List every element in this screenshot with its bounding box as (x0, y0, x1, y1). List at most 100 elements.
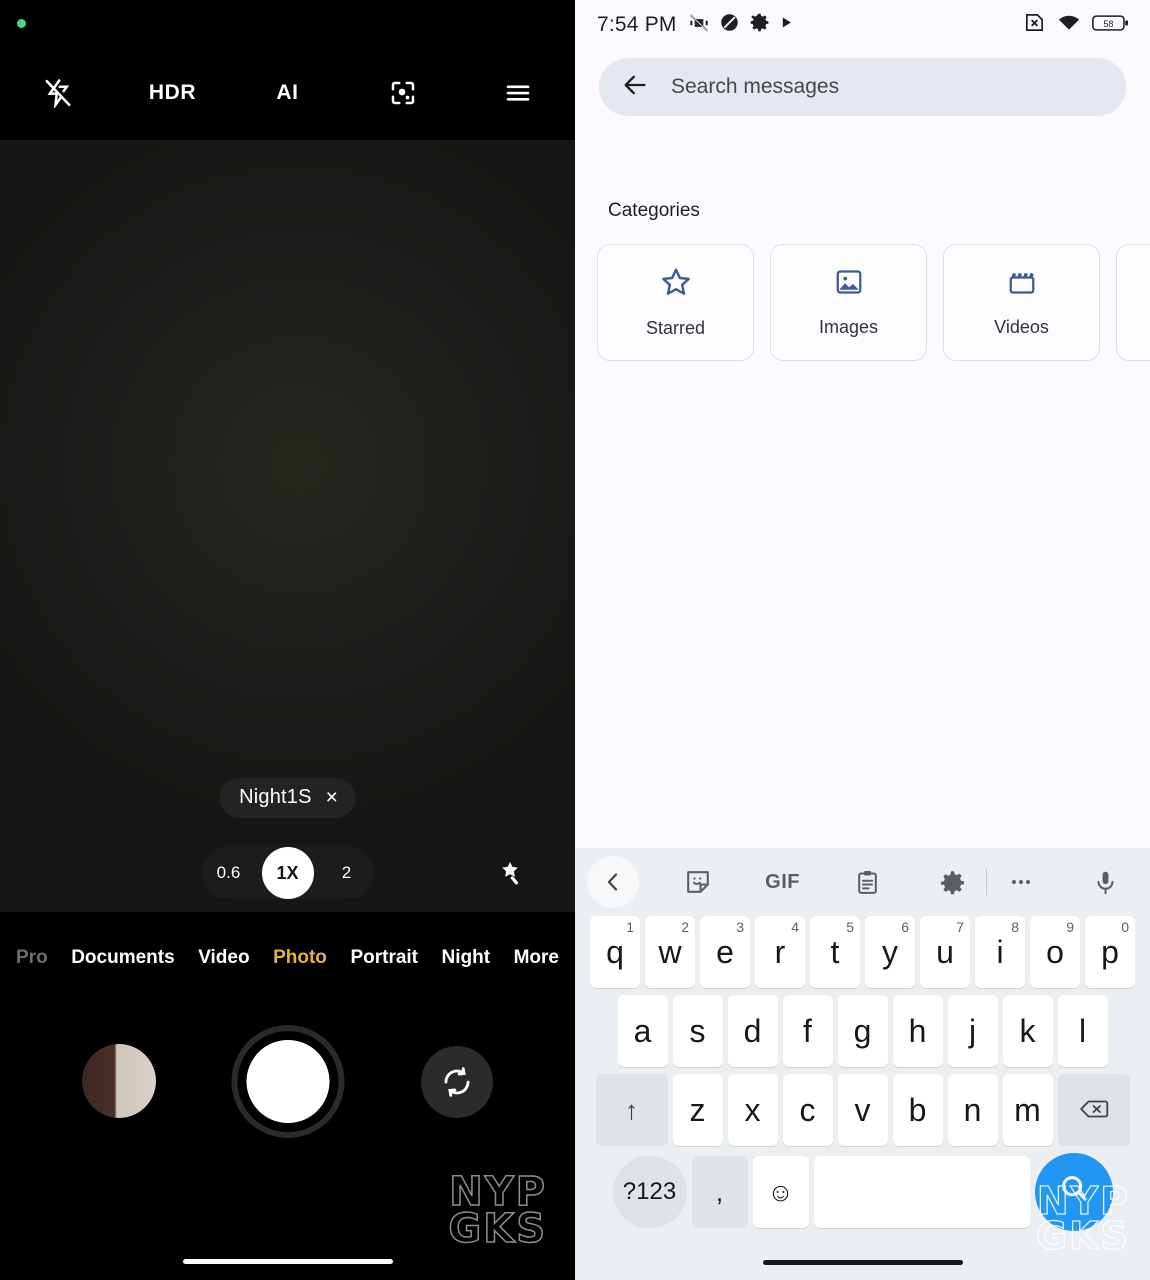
ellipsis-icon[interactable] (995, 856, 1047, 908)
search-bar[interactable]: Search messages (599, 58, 1126, 116)
back-arrow-icon[interactable] (621, 71, 649, 104)
shutter-button[interactable] (237, 1031, 338, 1132)
comma-key[interactable]: , (691, 1156, 748, 1228)
category-card-starred[interactable]: Starred (597, 244, 754, 361)
chevron-left-icon[interactable] (587, 856, 639, 908)
flip-camera-icon[interactable] (421, 1046, 493, 1118)
key-k[interactable]: k (1002, 995, 1053, 1067)
magic-wand-icon[interactable] (489, 852, 533, 896)
toolbar-divider (986, 869, 988, 895)
key-w[interactable]: 2 w (645, 916, 695, 988)
key-t[interactable]: 5 t (810, 916, 860, 988)
key-d[interactable]: d (727, 995, 778, 1067)
key-r[interactable]: 4 r (755, 916, 805, 988)
shift-key[interactable]: ↑ (595, 1074, 668, 1146)
gear-icon (749, 12, 770, 38)
video-clapper-icon (1007, 267, 1037, 302)
google-lens-icon[interactable] (345, 46, 460, 140)
key-a[interactable]: a (617, 995, 668, 1067)
green-dot-indicator (17, 19, 26, 28)
scene-mode-label: Night1S (239, 786, 312, 808)
status-bar-right: 58 (1023, 11, 1130, 40)
zoom-level-2[interactable]: 2 (320, 853, 374, 893)
key-c[interactable]: c (782, 1074, 833, 1146)
mode-pro[interactable]: Pro (8, 941, 56, 975)
backspace-key[interactable] (1057, 1074, 1130, 1146)
sticker-icon[interactable] (672, 856, 724, 908)
mode-documents[interactable]: Documents (63, 941, 182, 975)
hdr-toggle[interactable]: HDR (115, 46, 230, 140)
mode-video[interactable]: Video (190, 941, 257, 975)
camera-top-toolbar: HDR AI (0, 46, 575, 140)
key-h[interactable]: h (892, 995, 943, 1067)
category-card-overflow[interactable] (1116, 244, 1150, 361)
key-b[interactable]: b (892, 1074, 943, 1146)
key-l[interactable]: l (1057, 995, 1108, 1067)
emoji-key[interactable]: ☺ (752, 1156, 809, 1228)
symbols-key[interactable]: ?123 (612, 1156, 687, 1228)
key-x[interactable]: x (727, 1074, 778, 1146)
mode-more[interactable]: More (506, 941, 567, 975)
messages-app: 7:54 PM 58 Search messages Categories St… (575, 0, 1150, 1280)
key-v[interactable]: v (837, 1074, 888, 1146)
search-input[interactable]: Search messages (671, 75, 839, 99)
screenshot-root: HDR AI Night1S × 0.6 1X 2 Pro Documents … (0, 0, 1150, 1280)
mode-photo[interactable]: Photo (265, 941, 335, 975)
gear-icon[interactable] (926, 856, 978, 908)
key-n[interactable]: n (947, 1074, 998, 1146)
home-gesture-bar[interactable] (762, 1260, 963, 1265)
status-badge: 58 (1092, 12, 1130, 39)
key-s[interactable]: s (672, 995, 723, 1067)
hdr-label: HDR (148, 81, 197, 104)
key-superscript: 9 (1066, 919, 1074, 935)
flash-off-icon[interactable] (0, 46, 115, 140)
key-y[interactable]: 6 y (865, 916, 915, 988)
status-bar-left: 7:54 PM (597, 12, 1023, 39)
camera-mode-strip: Pro Documents Video Photo Portrait Night… (0, 912, 575, 1004)
key-u[interactable]: 7 u (920, 916, 970, 988)
gif-button[interactable]: GIF (757, 856, 809, 908)
category-card-videos[interactable]: Videos (943, 244, 1100, 361)
keyboard-row-1: 1 q 2 w 3 e 4 r 5 t 6 y 7 u 8 i 9 o 0 p (575, 916, 1150, 988)
category-label: Videos (994, 317, 1049, 337)
key-superscript: 5 (846, 919, 854, 935)
key-label: y (882, 933, 898, 970)
key-g[interactable]: g (837, 995, 888, 1067)
zoom-level-0-6[interactable]: 0.6 (202, 853, 256, 893)
category-card-images[interactable]: Images (770, 244, 927, 361)
key-e[interactable]: 3 e (700, 916, 750, 988)
key-superscript: 6 (901, 919, 909, 935)
key-j[interactable]: j (947, 995, 998, 1067)
key-z[interactable]: z (672, 1074, 723, 1146)
key-superscript: 2 (681, 919, 689, 935)
close-icon[interactable]: × (326, 787, 338, 808)
zoom-level-1x[interactable]: 1X (261, 847, 314, 899)
key-p[interactable]: 0 p (1085, 916, 1135, 988)
arrow-up-icon: ↑ (625, 1094, 638, 1125)
key-m[interactable]: m (1002, 1074, 1053, 1146)
space-key[interactable] (813, 1156, 1030, 1228)
home-gesture-bar[interactable] (182, 1259, 393, 1264)
key-superscript: 3 (736, 919, 744, 935)
key-f[interactable]: f (782, 995, 833, 1067)
no-sim-icon (1023, 11, 1046, 39)
camera-app: HDR AI Night1S × 0.6 1X 2 Pro Documents … (0, 0, 575, 1280)
key-label: q (606, 933, 624, 970)
mode-night[interactable]: Night (434, 941, 499, 975)
ai-toggle[interactable]: AI (230, 46, 345, 140)
key-superscript: 0 (1121, 919, 1129, 935)
key-label: w (658, 933, 682, 970)
search-key[interactable] (1034, 1153, 1113, 1231)
hamburger-menu-icon[interactable] (460, 46, 575, 140)
key-o[interactable]: 9 o (1030, 916, 1080, 988)
mode-portrait[interactable]: Portrait (342, 941, 426, 975)
keyboard-row-2: a s d f g h j k l (575, 995, 1150, 1067)
gallery-thumbnail[interactable] (82, 1044, 156, 1118)
key-q[interactable]: 1 q (590, 916, 640, 988)
microphone-icon[interactable] (1080, 856, 1132, 908)
clipboard-icon[interactable] (841, 856, 893, 908)
scene-mode-chip[interactable]: Night1S × (219, 778, 356, 818)
key-i[interactable]: 8 i (975, 916, 1025, 988)
vibrate-off-icon (688, 12, 710, 39)
key-label: e (716, 933, 734, 970)
